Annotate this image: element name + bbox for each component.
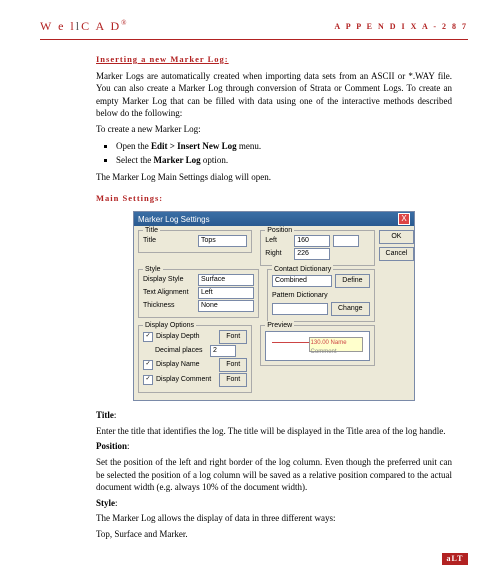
- cancel-button[interactable]: Cancel: [379, 247, 415, 261]
- pattern-label: Pattern Dictionary: [272, 291, 370, 301]
- thickness-select[interactable]: None: [198, 300, 254, 312]
- text-align-label: Text Alignment: [143, 288, 195, 298]
- style-heading: Style:: [96, 497, 452, 510]
- decimal-input[interactable]: 2: [210, 345, 236, 357]
- close-icon[interactable]: X: [398, 213, 410, 225]
- text-align-select[interactable]: Left: [198, 287, 254, 299]
- header-rule: [40, 39, 468, 40]
- para-position: Set the position of the left and right b…: [96, 456, 452, 494]
- font-button[interactable]: Font: [219, 358, 247, 372]
- decimal-label: Decimal places: [155, 346, 207, 356]
- left-input[interactable]: 160: [294, 235, 330, 247]
- right-input[interactable]: 226: [294, 248, 330, 260]
- left-label: Left: [265, 236, 291, 246]
- section-inserting: Inserting a new Marker Log:: [96, 54, 452, 66]
- dialog-title: Marker Log Settings: [138, 214, 210, 225]
- list-item: Open the Edit > Insert New Log menu.: [116, 140, 452, 153]
- display-style-label: Display Style: [143, 275, 195, 285]
- font-button[interactable]: Font: [219, 373, 247, 387]
- logo: W e llC A D®: [40, 18, 128, 35]
- group-preview: Preview: [265, 321, 294, 331]
- depth-checkbox[interactable]: ✓: [143, 332, 153, 342]
- ok-button[interactable]: OK: [379, 230, 415, 244]
- thickness-label: Thickness: [143, 301, 195, 311]
- title-input[interactable]: Tops: [198, 235, 247, 247]
- display-name-label: Display Name: [156, 360, 216, 370]
- group-display-options: Display Options: [143, 321, 196, 331]
- section-main-settings: Main Settings:: [96, 193, 452, 205]
- para-create: To create a new Marker Log:: [96, 123, 452, 136]
- para-title: Enter the title that identifies the log.…: [96, 425, 452, 438]
- list-item: Select the Marker Log option.: [116, 154, 452, 167]
- footer-logo: aLT: [442, 553, 468, 565]
- display-depth-label: Display Depth: [156, 332, 216, 342]
- para-intro: Marker Logs are automatically created wh…: [96, 70, 452, 120]
- pattern-select[interactable]: [272, 303, 328, 315]
- appendix-label: A P P E N D I X A - 2 8 7: [334, 21, 468, 32]
- para-style1: The Marker Log allows the display of dat…: [96, 512, 452, 525]
- display-comment-label: Display Comment: [156, 375, 216, 385]
- group-style: Style: [143, 265, 163, 275]
- preview-area: 130.00 NameComment: [265, 331, 369, 361]
- title-label: Title: [143, 236, 195, 246]
- right-label: Right: [265, 249, 291, 259]
- font-button[interactable]: Font: [219, 330, 247, 344]
- title-heading: Title:: [96, 409, 452, 422]
- unit-select[interactable]: [333, 235, 359, 247]
- para-dialog: The Marker Log Main Settings dialog will…: [96, 171, 452, 184]
- para-style2: Top, Surface and Marker.: [96, 528, 452, 541]
- comment-checkbox[interactable]: ✓: [143, 375, 153, 385]
- display-style-select[interactable]: Surface: [198, 274, 254, 286]
- combined-select[interactable]: Combined: [272, 275, 332, 287]
- group-contact: Contact Dictionary: [272, 265, 333, 275]
- group-title: Title: [143, 226, 160, 236]
- change-button[interactable]: Change: [331, 302, 370, 316]
- define-button[interactable]: Define: [335, 274, 369, 288]
- group-position: Position: [265, 226, 294, 236]
- settings-dialog: Marker Log Settings X Title TitleTops: [133, 211, 415, 401]
- name-checkbox[interactable]: ✓: [143, 360, 153, 370]
- position-heading: Position:: [96, 440, 452, 453]
